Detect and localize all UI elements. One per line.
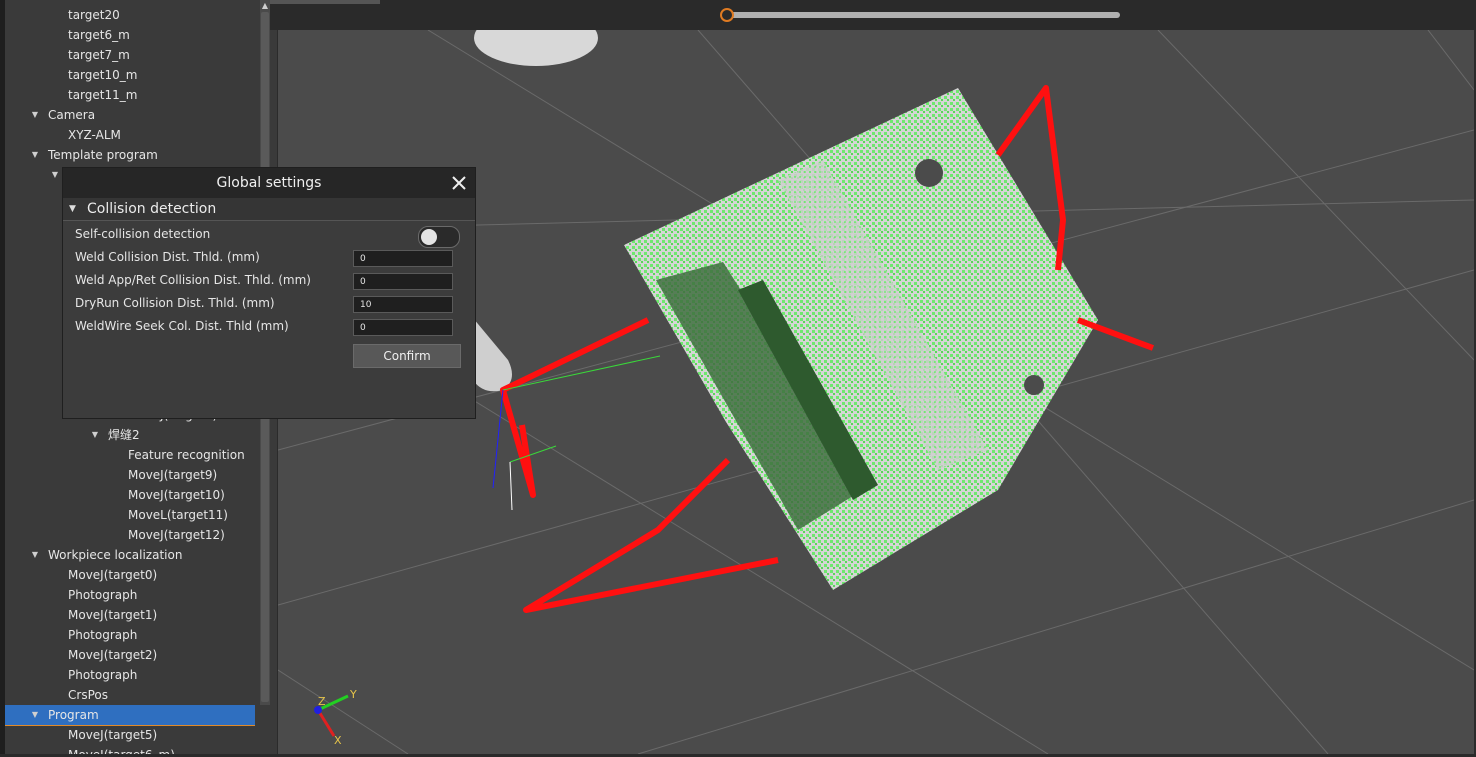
tree-item[interactable]: Feature recognition: [5, 445, 255, 465]
timeline-slider[interactable]: [726, 12, 1120, 18]
tree-item-weld-seam[interactable]: ▼ 焊缝2: [5, 425, 255, 445]
expand-arrow-icon[interactable]: ▼: [29, 545, 41, 565]
tree-item[interactable]: MoveL(target11): [5, 505, 255, 525]
tree-item[interactable]: target10_m: [5, 65, 255, 85]
timeline-slider-handle[interactable]: [720, 8, 734, 22]
dryrun-collision-input[interactable]: [353, 296, 453, 313]
robot-flange: [474, 30, 598, 66]
self-collision-label: Self-collision detection: [75, 227, 211, 241]
tree-item-program[interactable]: ▼ Program: [5, 705, 255, 726]
hole-feature: [1024, 375, 1044, 395]
tree-item[interactable]: MoveJ(target0): [5, 565, 255, 585]
weldwire-seek-label: WeldWire Seek Col. Dist. Thld (mm): [75, 319, 289, 333]
axis-z-label: Z: [318, 695, 326, 708]
tree-item[interactable]: MoveJ(target5): [5, 725, 255, 745]
tree-item[interactable]: target6_m: [5, 25, 255, 45]
tree-item[interactable]: target20: [5, 5, 255, 25]
tree-item[interactable]: CrsPos: [5, 685, 255, 705]
expand-arrow-icon[interactable]: ▼: [89, 425, 101, 445]
close-icon[interactable]: [447, 171, 471, 195]
tree-item[interactable]: Photograph: [5, 665, 255, 685]
expand-arrow-icon[interactable]: ▼: [49, 165, 61, 185]
expand-arrow-icon[interactable]: ▼: [29, 705, 41, 725]
global-settings-dialog: Global settings ▼ Collision detection Se…: [62, 167, 476, 419]
axis-x-label: X: [334, 734, 342, 747]
tree-item[interactable]: MoveJ(target2): [5, 645, 255, 665]
tree-item[interactable]: MoveJ(target10): [5, 485, 255, 505]
axis-y-label: Y: [349, 688, 357, 701]
confirm-button[interactable]: Confirm: [353, 344, 461, 368]
tree-item[interactable]: Photograph: [5, 585, 255, 605]
tree-item[interactable]: target11_m: [5, 85, 255, 105]
section-title: Collision detection: [87, 201, 217, 217]
weld-collision-input[interactable]: [353, 250, 453, 267]
weld-app-ret-label: Weld App/Ret Collision Dist. Thld. (mm): [75, 273, 311, 287]
tree-item-workpiece-localization[interactable]: ▼ Workpiece localization: [5, 545, 255, 565]
axis-gizmo: Y X Z: [314, 688, 357, 747]
tree-item[interactable]: target7_m: [5, 45, 255, 65]
active-tab-indicator: [270, 0, 380, 4]
tree-item[interactable]: MoveJ(target9): [5, 465, 255, 485]
tree-item-camera[interactable]: ▼ Camera: [5, 105, 255, 125]
expand-arrow-icon[interactable]: ▼: [29, 145, 41, 165]
tree-item[interactable]: MoveJ(target12): [5, 525, 255, 545]
toggle-knob: [421, 229, 437, 245]
weld-collision-label: Weld Collision Dist. Thld. (mm): [75, 250, 260, 264]
scroll-up-icon[interactable]: ▲: [260, 0, 270, 12]
tree-item[interactable]: MoveJ(target1): [5, 605, 255, 625]
hole-feature: [915, 159, 943, 187]
collapse-arrow-icon[interactable]: ▼: [69, 198, 76, 220]
expand-arrow-icon[interactable]: ▼: [29, 105, 41, 125]
weld-app-ret-input[interactable]: [353, 273, 453, 290]
self-collision-toggle[interactable]: [418, 226, 460, 248]
tree-item-template-program[interactable]: ▼ Template program: [5, 145, 255, 165]
weldwire-seek-input[interactable]: [353, 319, 453, 336]
tree-item[interactable]: Photograph: [5, 625, 255, 645]
collision-detection-section[interactable]: ▼ Collision detection: [63, 198, 475, 221]
dryrun-collision-label: DryRun Collision Dist. Thld. (mm): [75, 296, 275, 310]
dialog-title: Global settings: [63, 168, 475, 198]
tree-item[interactable]: XYZ-ALM: [5, 125, 255, 145]
